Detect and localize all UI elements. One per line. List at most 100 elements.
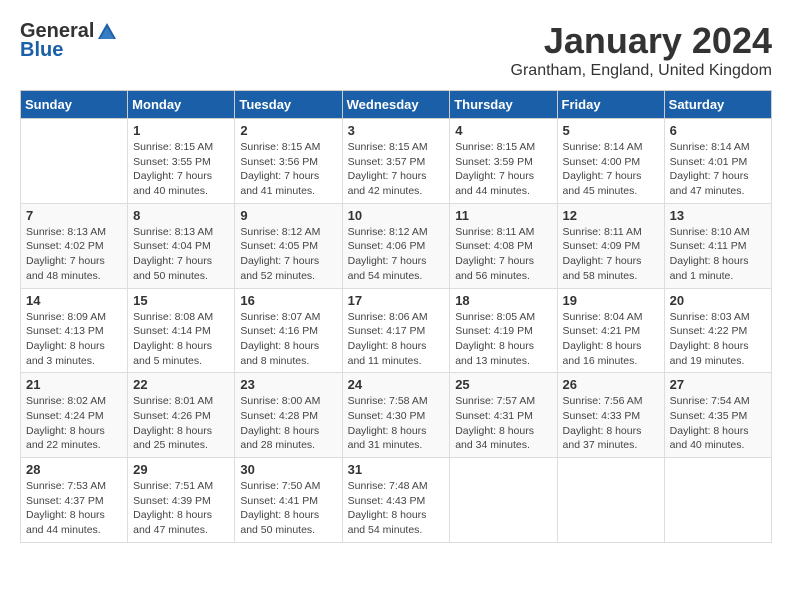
calendar-cell: 18 Sunrise: 8:05 AM Sunset: 4:19 PM Dayl… xyxy=(450,288,557,373)
day-info: Sunrise: 8:09 AM Sunset: 4:13 PM Dayligh… xyxy=(26,310,122,369)
calendar-cell: 26 Sunrise: 7:56 AM Sunset: 4:33 PM Dayl… xyxy=(557,373,664,458)
day-header-thursday: Thursday xyxy=(450,91,557,119)
day-header-friday: Friday xyxy=(557,91,664,119)
day-number: 2 xyxy=(240,123,336,138)
logo-blue: Blue xyxy=(20,39,63,62)
day-info: Sunrise: 8:03 AM Sunset: 4:22 PM Dayligh… xyxy=(670,310,766,369)
daylight-text: Daylight: 8 hours and 31 minutes. xyxy=(348,425,427,452)
calendar-cell: 22 Sunrise: 8:01 AM Sunset: 4:26 PM Dayl… xyxy=(128,373,235,458)
day-info: Sunrise: 8:13 AM Sunset: 4:04 PM Dayligh… xyxy=(133,225,229,284)
sunset-text: Sunset: 4:16 PM xyxy=(240,325,318,337)
day-number: 31 xyxy=(348,462,445,477)
sunrise-text: Sunrise: 8:15 AM xyxy=(133,141,213,153)
sunset-text: Sunset: 4:24 PM xyxy=(26,410,104,422)
day-info: Sunrise: 7:48 AM Sunset: 4:43 PM Dayligh… xyxy=(348,479,445,538)
title-block: January 2024 Grantham, England, United K… xyxy=(511,20,772,80)
daylight-text: Daylight: 8 hours and 25 minutes. xyxy=(133,425,212,452)
sunset-text: Sunset: 4:30 PM xyxy=(348,410,426,422)
day-info: Sunrise: 7:56 AM Sunset: 4:33 PM Dayligh… xyxy=(563,394,659,453)
daylight-text: Daylight: 7 hours and 54 minutes. xyxy=(348,255,427,282)
day-number: 12 xyxy=(563,208,659,223)
calendar-cell: 20 Sunrise: 8:03 AM Sunset: 4:22 PM Dayl… xyxy=(664,288,771,373)
sunrise-text: Sunrise: 8:15 AM xyxy=(348,141,428,153)
calendar-cell: 16 Sunrise: 8:07 AM Sunset: 4:16 PM Dayl… xyxy=(235,288,342,373)
day-number: 22 xyxy=(133,377,229,392)
sunset-text: Sunset: 4:41 PM xyxy=(240,495,318,507)
sunset-text: Sunset: 4:21 PM xyxy=(563,325,641,337)
sunrise-text: Sunrise: 8:09 AM xyxy=(26,311,106,323)
sunset-text: Sunset: 4:04 PM xyxy=(133,240,211,252)
day-number: 13 xyxy=(670,208,766,223)
calendar-week-5: 28 Sunrise: 7:53 AM Sunset: 4:37 PM Dayl… xyxy=(21,458,772,543)
sunrise-text: Sunrise: 8:00 AM xyxy=(240,395,320,407)
calendar-cell: 30 Sunrise: 7:50 AM Sunset: 4:41 PM Dayl… xyxy=(235,458,342,543)
calendar-cell: 31 Sunrise: 7:48 AM Sunset: 4:43 PM Dayl… xyxy=(342,458,450,543)
sunset-text: Sunset: 4:37 PM xyxy=(26,495,104,507)
calendar-cell: 10 Sunrise: 8:12 AM Sunset: 4:06 PM Dayl… xyxy=(342,203,450,288)
calendar-cell: 28 Sunrise: 7:53 AM Sunset: 4:37 PM Dayl… xyxy=(21,458,128,543)
day-number: 4 xyxy=(455,123,551,138)
sunset-text: Sunset: 4:06 PM xyxy=(348,240,426,252)
daylight-text: Daylight: 8 hours and 8 minutes. xyxy=(240,340,319,367)
daylight-text: Daylight: 7 hours and 45 minutes. xyxy=(563,170,642,197)
day-number: 23 xyxy=(240,377,336,392)
day-info: Sunrise: 8:07 AM Sunset: 4:16 PM Dayligh… xyxy=(240,310,336,369)
day-number: 24 xyxy=(348,377,445,392)
calendar-cell xyxy=(21,119,128,204)
day-number: 18 xyxy=(455,293,551,308)
sunrise-text: Sunrise: 8:12 AM xyxy=(348,226,428,238)
day-info: Sunrise: 8:08 AM Sunset: 4:14 PM Dayligh… xyxy=(133,310,229,369)
calendar-cell xyxy=(450,458,557,543)
sunset-text: Sunset: 4:00 PM xyxy=(563,156,641,168)
day-info: Sunrise: 7:54 AM Sunset: 4:35 PM Dayligh… xyxy=(670,394,766,453)
sunrise-text: Sunrise: 7:56 AM xyxy=(563,395,643,407)
day-info: Sunrise: 8:00 AM Sunset: 4:28 PM Dayligh… xyxy=(240,394,336,453)
day-number: 28 xyxy=(26,462,122,477)
sunrise-text: Sunrise: 8:04 AM xyxy=(563,311,643,323)
day-info: Sunrise: 8:11 AM Sunset: 4:08 PM Dayligh… xyxy=(455,225,551,284)
day-number: 7 xyxy=(26,208,122,223)
sunrise-text: Sunrise: 8:11 AM xyxy=(563,226,642,238)
daylight-text: Daylight: 7 hours and 47 minutes. xyxy=(670,170,749,197)
sunset-text: Sunset: 3:57 PM xyxy=(348,156,426,168)
calendar-cell: 5 Sunrise: 8:14 AM Sunset: 4:00 PM Dayli… xyxy=(557,119,664,204)
calendar-week-4: 21 Sunrise: 8:02 AM Sunset: 4:24 PM Dayl… xyxy=(21,373,772,458)
calendar-cell: 19 Sunrise: 8:04 AM Sunset: 4:21 PM Dayl… xyxy=(557,288,664,373)
day-info: Sunrise: 8:10 AM Sunset: 4:11 PM Dayligh… xyxy=(670,225,766,284)
daylight-text: Daylight: 8 hours and 34 minutes. xyxy=(455,425,534,452)
sunset-text: Sunset: 3:59 PM xyxy=(455,156,533,168)
day-number: 3 xyxy=(348,123,445,138)
day-number: 8 xyxy=(133,208,229,223)
day-info: Sunrise: 8:15 AM Sunset: 3:59 PM Dayligh… xyxy=(455,140,551,199)
calendar-cell: 7 Sunrise: 8:13 AM Sunset: 4:02 PM Dayli… xyxy=(21,203,128,288)
day-info: Sunrise: 8:14 AM Sunset: 4:01 PM Dayligh… xyxy=(670,140,766,199)
calendar-cell xyxy=(557,458,664,543)
day-number: 11 xyxy=(455,208,551,223)
calendar-cell: 14 Sunrise: 8:09 AM Sunset: 4:13 PM Dayl… xyxy=(21,288,128,373)
sunset-text: Sunset: 4:33 PM xyxy=(563,410,641,422)
daylight-text: Daylight: 8 hours and 3 minutes. xyxy=(26,340,105,367)
sunrise-text: Sunrise: 8:06 AM xyxy=(348,311,428,323)
daylight-text: Daylight: 7 hours and 44 minutes. xyxy=(455,170,534,197)
daylight-text: Daylight: 8 hours and 22 minutes. xyxy=(26,425,105,452)
calendar-cell: 23 Sunrise: 8:00 AM Sunset: 4:28 PM Dayl… xyxy=(235,373,342,458)
day-info: Sunrise: 8:12 AM Sunset: 4:05 PM Dayligh… xyxy=(240,225,336,284)
day-number: 20 xyxy=(670,293,766,308)
calendar-cell: 9 Sunrise: 8:12 AM Sunset: 4:05 PM Dayli… xyxy=(235,203,342,288)
daylight-text: Daylight: 8 hours and 19 minutes. xyxy=(670,340,749,367)
daylight-text: Daylight: 7 hours and 50 minutes. xyxy=(133,255,212,282)
sunrise-text: Sunrise: 8:14 AM xyxy=(563,141,643,153)
day-number: 14 xyxy=(26,293,122,308)
sunrise-text: Sunrise: 8:11 AM xyxy=(455,226,534,238)
month-title: January 2024 xyxy=(511,20,772,62)
day-header-wednesday: Wednesday xyxy=(342,91,450,119)
sunrise-text: Sunrise: 8:15 AM xyxy=(455,141,535,153)
day-header-monday: Monday xyxy=(128,91,235,119)
day-number: 19 xyxy=(563,293,659,308)
day-info: Sunrise: 7:57 AM Sunset: 4:31 PM Dayligh… xyxy=(455,394,551,453)
calendar-cell: 24 Sunrise: 7:58 AM Sunset: 4:30 PM Dayl… xyxy=(342,373,450,458)
logo-icon xyxy=(96,21,118,43)
calendar-cell xyxy=(664,458,771,543)
sunset-text: Sunset: 4:19 PM xyxy=(455,325,533,337)
sunset-text: Sunset: 4:01 PM xyxy=(670,156,748,168)
